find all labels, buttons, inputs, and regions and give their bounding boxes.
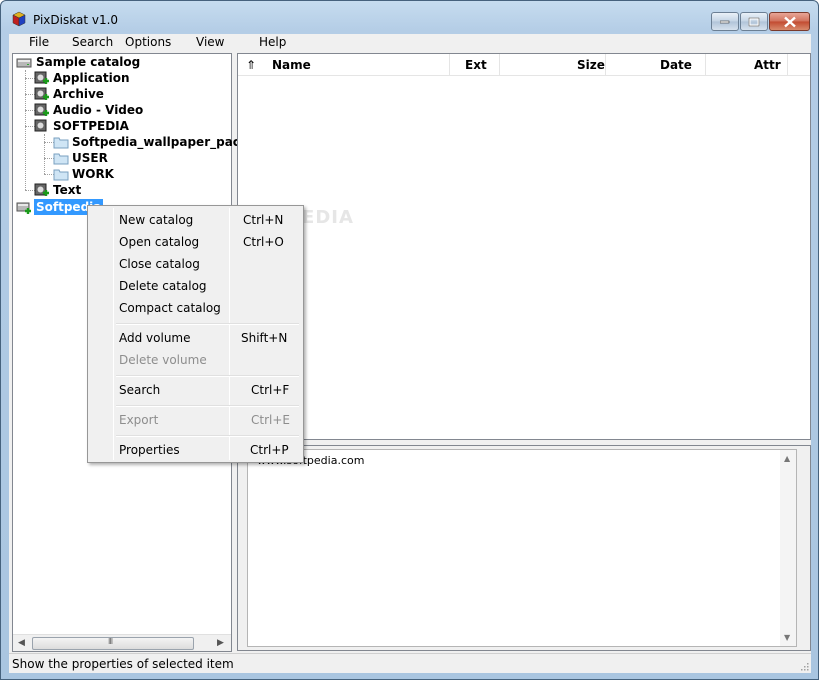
tree-node-label: WORK [72, 167, 114, 181]
scroll-left-arrow-icon[interactable]: ◀ [18, 638, 25, 648]
status-text: Show the properties of selected item [12, 657, 234, 671]
catalog-drive-icon [16, 58, 32, 68]
resize-grip-icon[interactable] [799, 661, 809, 671]
list-header: ⇑ Name Ext Size Date Attr [238, 54, 810, 76]
menu-view[interactable]: View [196, 35, 224, 49]
menu-shortcut: Ctrl+P [250, 443, 289, 457]
menu-shortcut: Shift+N [241, 331, 288, 345]
window-title: PixDiskat v1.0 [33, 13, 119, 27]
file-list[interactable]: ⇑ Name Ext Size Date Attr [237, 53, 811, 440]
column-label: Name [272, 58, 311, 72]
folder-icon [53, 153, 69, 165]
minimize-button[interactable] [711, 12, 739, 31]
menu-label: Close catalog [119, 257, 200, 271]
sort-arrow-icon: ⇑ [246, 58, 257, 72]
info-panel: www.softpedia.com ▲ ▼ [237, 445, 811, 651]
scroll-down-arrow-icon[interactable]: ▼ [784, 633, 790, 642]
menu-shortcut: Ctrl+O [243, 235, 284, 249]
column-label: Size [577, 58, 605, 72]
menu-label: Delete volume [119, 353, 207, 367]
folder-icon [53, 169, 69, 181]
menu-shortcut: Ctrl+F [251, 383, 290, 397]
tree-line [25, 70, 26, 190]
context-menu: New catalog Ctrl+N Open catalog Ctrl+O C… [87, 205, 304, 463]
menu-separator [116, 375, 299, 377]
menu-compact-catalog[interactable]: Compact catalog [90, 297, 301, 319]
menu-options[interactable]: Options [125, 35, 171, 49]
column-label: Ext [465, 58, 487, 72]
tree-node-label: USER [72, 151, 108, 165]
info-text-area[interactable]: www.softpedia.com ▲ ▼ [247, 449, 797, 647]
menu-label: Search [119, 383, 161, 397]
app-window: PixDiskat v1.0 File Search Options View … [0, 0, 819, 680]
menu-separator [116, 405, 299, 407]
thumb-grip-icon: III [108, 637, 113, 646]
menu-separator [116, 435, 299, 437]
tree-node-label: SOFTPEDIA [53, 119, 129, 133]
menu-label: Add volume [119, 331, 191, 345]
tree-node-label: Audio - Video [53, 103, 144, 117]
menu-label: Delete catalog [119, 279, 207, 293]
close-button[interactable] [769, 12, 810, 31]
catalog-drive-plus-icon [16, 202, 31, 214]
scroll-up-arrow-icon[interactable]: ▲ [784, 454, 790, 463]
disc-icon [34, 119, 47, 132]
menu-properties[interactable]: Properties Ctrl+P [90, 439, 301, 461]
menu-shortcut: Ctrl+E [251, 413, 290, 427]
minimize-icon [720, 20, 730, 23]
maximize-icon [748, 17, 760, 26]
title-bar[interactable]: PixDiskat v1.0 [1, 1, 818, 33]
menu-label: New catalog [119, 213, 194, 227]
tree-node-label: Sample catalog [36, 55, 141, 69]
menu-label: Export [119, 413, 159, 427]
column-header-ext[interactable]: Ext [450, 54, 500, 76]
column-label: Attr [754, 58, 781, 72]
scrollbar-thumb[interactable]: III [32, 637, 194, 650]
tree-node-label: Archive [53, 87, 104, 101]
menu-label: Open catalog [119, 235, 200, 249]
tree-node-label: Text [53, 183, 82, 197]
menu-search[interactable]: Search Ctrl+F [90, 379, 301, 401]
disc-plus-icon [34, 103, 49, 116]
column-label: Date [660, 58, 692, 72]
folder-icon [53, 137, 69, 149]
tree-line [44, 134, 45, 174]
menu-file[interactable]: File [29, 35, 49, 49]
app-cube-icon [12, 11, 26, 27]
menu-new-catalog[interactable]: New catalog Ctrl+N [90, 209, 301, 231]
close-icon [783, 16, 796, 27]
menu-label: Compact catalog [119, 301, 221, 315]
tree-node-label: Softpedia_wallpaper_pack [72, 135, 248, 149]
column-header-date[interactable]: Date [606, 54, 706, 76]
menu-delete-catalog[interactable]: Delete catalog [90, 275, 301, 297]
disc-plus-icon [34, 71, 49, 84]
menu-label: Properties [119, 443, 180, 457]
menu-close-catalog[interactable]: Close catalog [90, 253, 301, 275]
status-bar: Show the properties of selected item [9, 653, 811, 673]
menu-add-volume[interactable]: Add volume Shift+N [90, 327, 301, 349]
info-vertical-scrollbar[interactable]: ▲ ▼ [780, 450, 796, 646]
menu-search[interactable]: Search [72, 35, 113, 49]
menu-delete-volume[interactable]: Delete volume [90, 349, 301, 371]
menu-open-catalog[interactable]: Open catalog Ctrl+O [90, 231, 301, 253]
menu-export[interactable]: Export Ctrl+E [90, 409, 301, 431]
column-header-attr[interactable]: Attr [706, 54, 788, 76]
menu-shortcut: Ctrl+N [243, 213, 284, 227]
menu-help[interactable]: Help [259, 35, 286, 49]
disc-plus-icon [34, 183, 49, 196]
scroll-right-arrow-icon[interactable]: ▶ [217, 638, 224, 648]
maximize-button[interactable] [740, 12, 768, 31]
tree-horizontal-scrollbar[interactable]: ◀ III ▶ [13, 634, 231, 651]
column-header-size[interactable]: Size [500, 54, 606, 76]
menu-bar: File Search Options View Help [9, 34, 811, 51]
tree-node-label: Application [53, 71, 130, 85]
column-header-name[interactable]: ⇑ Name [238, 54, 450, 76]
menu-separator [116, 323, 299, 325]
disc-plus-icon [34, 87, 49, 100]
